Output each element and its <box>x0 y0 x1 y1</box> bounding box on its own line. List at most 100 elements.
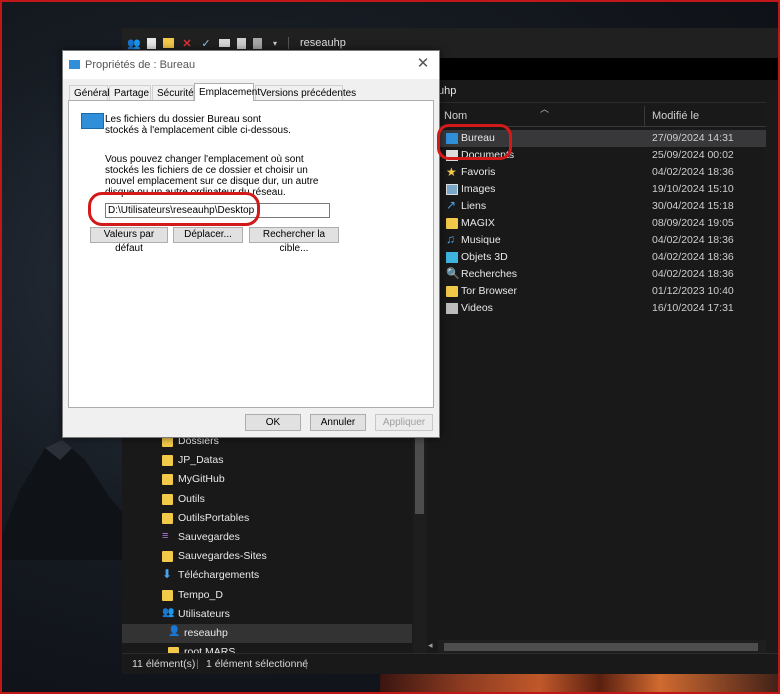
nav-item-outilsportables[interactable]: OutilsPortables <box>122 509 412 528</box>
nav-item-label: Sauvegardes <box>178 530 240 543</box>
properties-icon[interactable] <box>147 37 156 49</box>
find-target-button[interactable]: Rechercher la cible... <box>249 227 339 254</box>
chevron-down-icon[interactable]: ▾ <box>269 37 281 49</box>
nav-item-label: MyGitHub <box>178 473 225 486</box>
user-icon: 👤 <box>168 625 181 637</box>
folder-icon <box>162 474 173 486</box>
star-icon: ★ <box>446 165 457 179</box>
apply-button[interactable]: Appliquer <box>375 414 433 431</box>
nav-item-tempo-d[interactable]: Tempo_D <box>122 586 412 605</box>
file-date: 04/02/2024 18:36 <box>652 268 734 280</box>
tab-securite[interactable]: Sécurité <box>152 85 194 100</box>
red-highlight-path <box>88 192 260 226</box>
nav-item-label: OutilsPortables <box>178 511 250 524</box>
folder-icon <box>162 551 173 563</box>
red-highlight-bureau <box>437 124 512 160</box>
selection-count: 1 élément sélectionné <box>206 658 309 670</box>
chevron-left-icon[interactable]: ◂ <box>428 640 433 651</box>
nav-item-outils[interactable]: Outils <box>122 490 412 509</box>
nav-item-utilisateurs[interactable]: 👥 Utilisateurs <box>122 605 412 624</box>
divider <box>288 37 289 49</box>
file-date: 08/09/2024 19:05 <box>652 217 734 229</box>
tab-versions-precedentes[interactable]: Versions précédentes <box>255 85 356 100</box>
file-date: 27/09/2024 14:31 <box>652 132 734 144</box>
column-header-modified[interactable]: Modifié le <box>652 110 699 122</box>
nav-item-mygithub[interactable]: MyGitHub <box>122 470 412 489</box>
file-date: 30/04/2024 15:18 <box>652 200 734 212</box>
status-divider: | <box>196 658 199 670</box>
folder-icon <box>446 286 458 297</box>
new-folder-icon[interactable] <box>163 38 174 48</box>
recycle-bin-icon[interactable] <box>253 37 262 49</box>
file-date: 04/02/2024 18:36 <box>652 251 734 263</box>
nav-item-sauvegardes-sites[interactable]: Sauvegardes-Sites <box>122 547 412 566</box>
nav-item-telechargements[interactable]: ⬇ Téléchargements <box>122 566 412 585</box>
nav-scrollbar[interactable] <box>413 432 427 654</box>
horizontal-scrollbar[interactable] <box>438 640 766 654</box>
folder-icon <box>162 493 173 505</box>
file-row-liens[interactable]: ↗ Liens 30/04/2024 15:18 <box>438 198 780 215</box>
file-name: MAGIX <box>461 217 495 229</box>
file-row-objets-3d[interactable]: Objets 3D 04/02/2024 18:36 <box>438 249 780 266</box>
folder-icon <box>162 589 173 601</box>
horizontal-scroll-thumb[interactable] <box>444 643 758 651</box>
file-row-recherches[interactable]: 🔍 Recherches 04/02/2024 18:36 <box>438 266 780 283</box>
column-divider[interactable] <box>644 106 645 126</box>
nav-item-reseauhp[interactable]: 👤 reseauhp <box>122 623 412 644</box>
nav-scroll-thumb[interactable] <box>415 432 424 514</box>
nav-item-jp-datas[interactable]: JP_Datas <box>122 451 412 470</box>
nav-item-label: Utilisateurs <box>178 607 230 620</box>
file-date: 01/12/2023 10:40 <box>652 285 734 297</box>
dialog-title: Propriétés de : Bureau <box>85 59 196 71</box>
video-icon <box>446 303 458 314</box>
file-name: Recherches <box>461 268 518 280</box>
background-mountain <box>0 440 125 560</box>
cancel-button[interactable]: Annuler <box>310 414 366 431</box>
file-row-videos[interactable]: Videos 16/10/2024 17:31 <box>438 300 780 317</box>
background-strip <box>380 672 780 694</box>
tab-general[interactable]: Général <box>69 85 110 100</box>
file-date: 19/10/2024 15:10 <box>652 183 734 195</box>
search-icon: 🔍 <box>446 268 460 280</box>
copy-path-icon[interactable] <box>219 39 230 47</box>
file-date: 16/10/2024 17:31 <box>652 302 734 314</box>
paste-icon[interactable] <box>237 37 246 49</box>
chevron-up-icon: ︿ <box>540 104 550 114</box>
close-icon[interactable]: ✕ <box>413 55 433 73</box>
folder-icon <box>162 512 173 524</box>
link-icon: ↗ <box>446 198 457 212</box>
file-name: Objets 3D <box>461 251 508 263</box>
file-row-favoris[interactable]: ★ Favoris 04/02/2024 18:36 <box>438 164 780 181</box>
nav-item-label: Tempo_D <box>178 588 223 601</box>
info-text: Les fichiers du dossier Bureau sont stoc… <box>105 114 291 136</box>
rename-icon[interactable]: ✓ <box>200 37 212 50</box>
users-icon: 👥 <box>162 606 175 618</box>
address-text: uhp <box>438 85 457 97</box>
file-row-tor-browser[interactable]: Tor Browser 01/12/2023 10:40 <box>438 283 780 300</box>
tab-partage[interactable]: Partage <box>109 85 151 100</box>
delete-icon[interactable]: ✕ <box>181 37 193 50</box>
file-name: Tor Browser <box>461 285 518 297</box>
folder-icon <box>162 455 173 467</box>
nav-item-label: Outils <box>178 492 205 505</box>
nav-item-sauvegardes[interactable]: ≡ Sauvegardes <box>122 528 412 547</box>
column-header-name[interactable]: Nom <box>444 110 467 122</box>
cube-icon <box>446 252 458 263</box>
dialog-titlebar[interactable]: Propriétés de : Bureau ✕ <box>63 51 439 79</box>
users-icon[interactable]: 👥 <box>127 37 141 50</box>
restore-default-button[interactable]: Valeurs par défaut <box>90 227 168 254</box>
file-row-musique[interactable]: ♫ Musique 04/02/2024 18:36 <box>438 232 780 249</box>
desktop-folder-icon <box>81 113 104 129</box>
item-count: 11 élément(s) <box>132 658 196 670</box>
file-date: 04/02/2024 18:36 <box>652 234 734 246</box>
file-name: Images <box>461 183 496 195</box>
file-row-images[interactable]: Images 19/10/2024 15:10 <box>438 181 780 198</box>
file-list-scrollbar[interactable] <box>766 102 780 654</box>
file-date: 04/02/2024 18:36 <box>652 166 734 178</box>
tab-emplacement[interactable]: Emplacement <box>194 83 260 101</box>
file-row-magix[interactable]: MAGIX 08/09/2024 19:05 <box>438 215 780 232</box>
move-button[interactable]: Déplacer... <box>173 227 243 243</box>
images-icon <box>446 184 458 195</box>
file-name: Favoris <box>461 166 496 178</box>
ok-button[interactable]: OK <box>245 414 301 431</box>
